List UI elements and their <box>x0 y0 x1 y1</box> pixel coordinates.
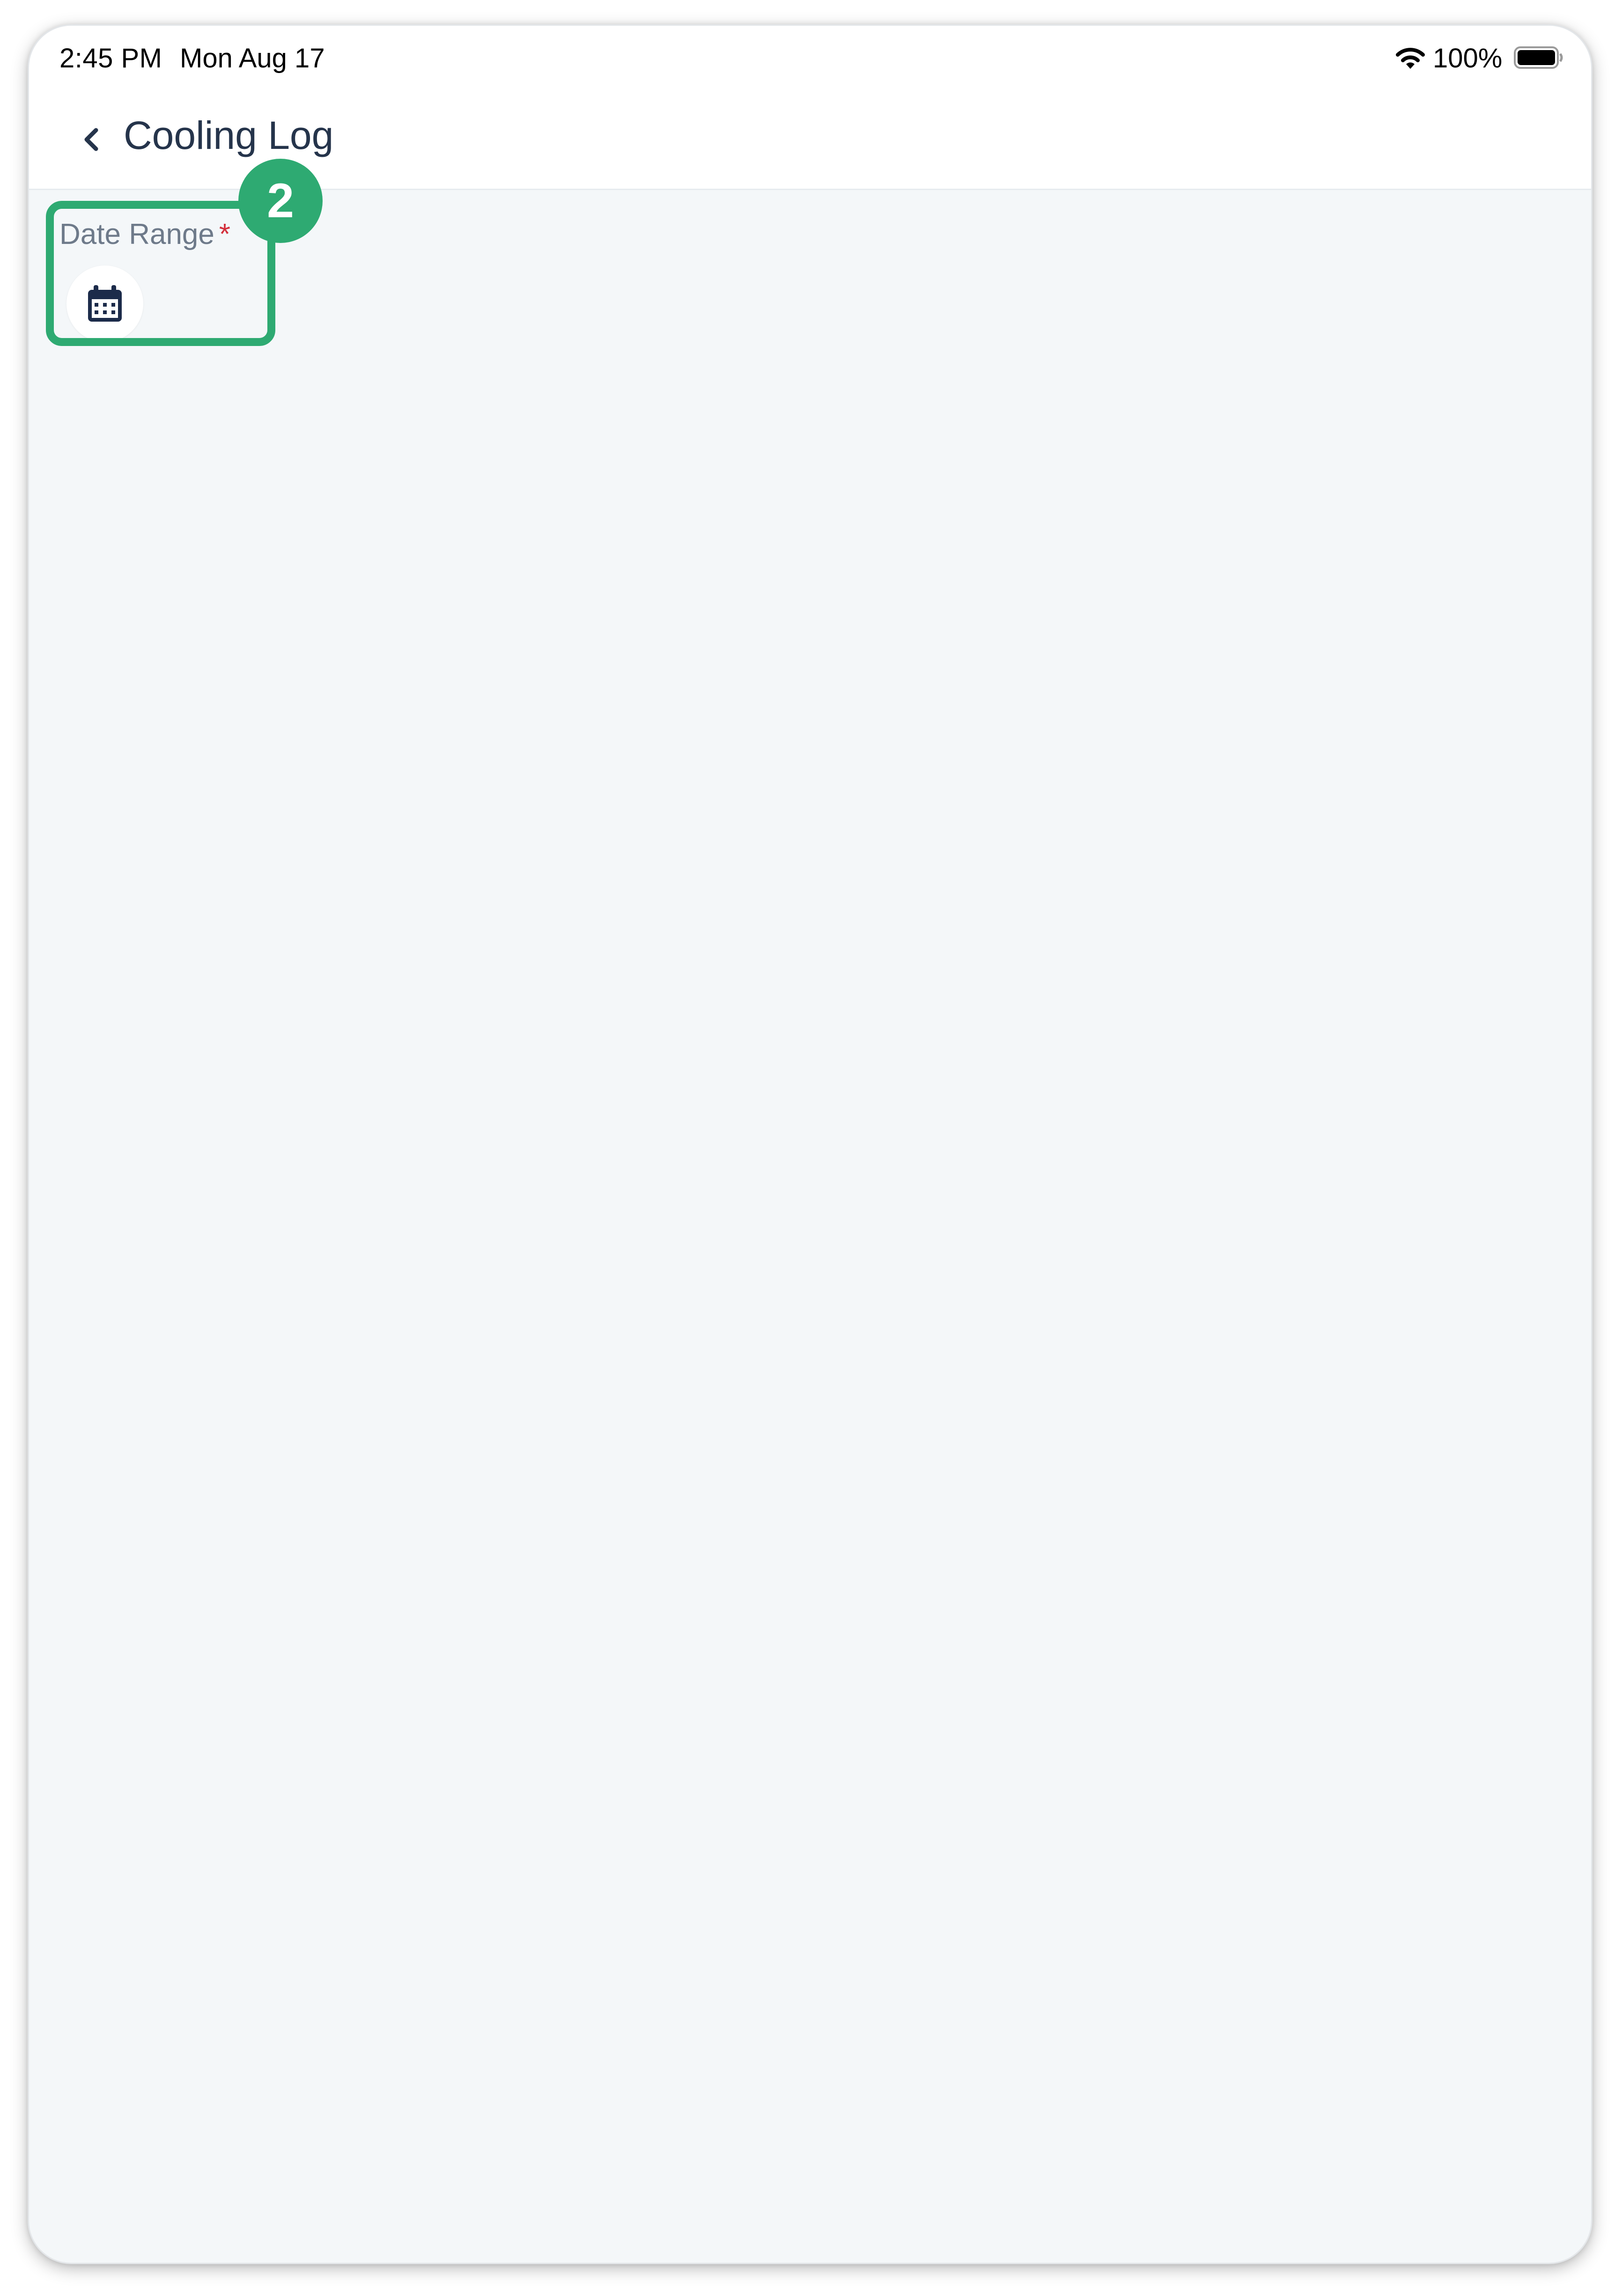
step-highlight-frame <box>46 201 275 346</box>
chevron-left-icon <box>84 128 98 151</box>
status-date: Mon Aug 17 <box>180 43 325 74</box>
back-button[interactable] <box>70 118 112 161</box>
tablet-screen: 2:45 PM Mon Aug 17 100% Cooling Log Date… <box>29 26 1591 2263</box>
battery-icon <box>1513 44 1565 71</box>
page-title: Cooling Log <box>124 113 334 157</box>
battery-percent: 100% <box>1433 43 1503 74</box>
step-number-badge: 2 <box>238 159 323 243</box>
wifi-icon <box>1393 44 1427 72</box>
status-time: 2:45 PM <box>59 43 162 74</box>
